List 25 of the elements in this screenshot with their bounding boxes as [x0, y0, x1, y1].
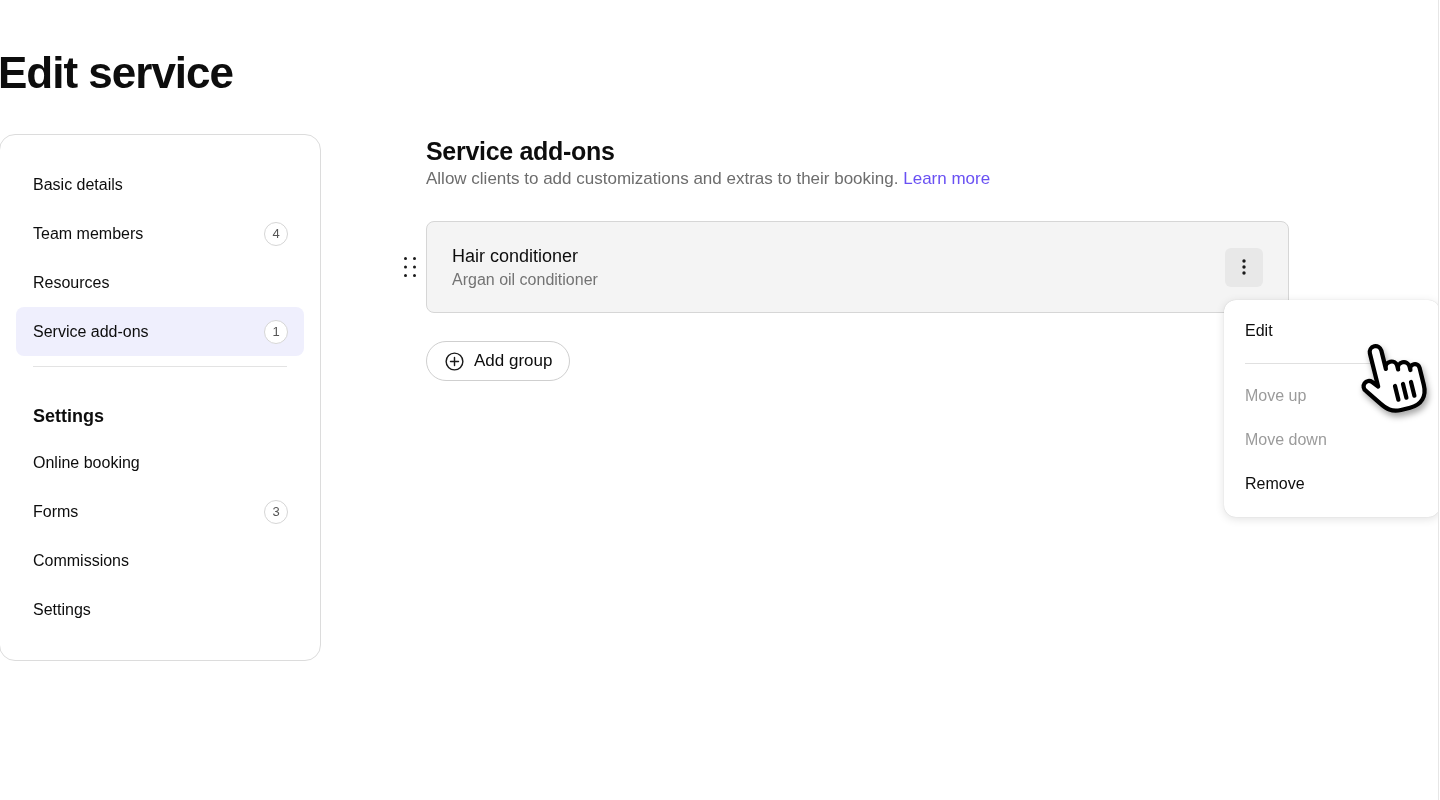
section-title: Service add-ons	[426, 136, 615, 166]
menu-item[interactable]: Remove	[1224, 462, 1438, 506]
sidebar-item[interactable]: Resources	[16, 258, 304, 307]
sidebar-item[interactable]: Team members 4	[16, 209, 304, 258]
page-title: Edit service	[0, 47, 234, 99]
more-options-button[interactable]	[1225, 247, 1263, 287]
add-group-button[interactable]: Add group	[426, 341, 571, 381]
plus-circle-icon	[445, 351, 464, 371]
addon-name: Hair conditioner	[452, 244, 580, 267]
sidebar-item[interactable]: Service add-ons 1	[16, 307, 304, 356]
vertical-dots-icon	[1242, 259, 1246, 275]
section-description: Allow clients to add customizations and extras to their booking. Learn more	[426, 168, 991, 190]
count-badge: 4	[264, 221, 288, 246]
learn-more-link[interactable]: Learn more	[903, 169, 991, 188]
addon-description: Argan oil conditioner	[452, 269, 598, 290]
sidebar-section-heading: Settings	[33, 405, 104, 428]
sidebar-item[interactable]: Settings	[16, 585, 304, 634]
sidebar-item[interactable]: Commissions	[16, 536, 304, 585]
count-badge: 1	[264, 319, 288, 344]
sidebar-item[interactable]: Online booking	[16, 438, 304, 487]
count-badge: 3	[264, 499, 288, 524]
sidebar-item[interactable]: Forms 3	[16, 487, 304, 536]
menu-item[interactable]: Edit	[1224, 309, 1438, 353]
sidebar-item[interactable]: Basic details	[16, 160, 304, 209]
drag-handle-icon[interactable]	[404, 257, 416, 277]
